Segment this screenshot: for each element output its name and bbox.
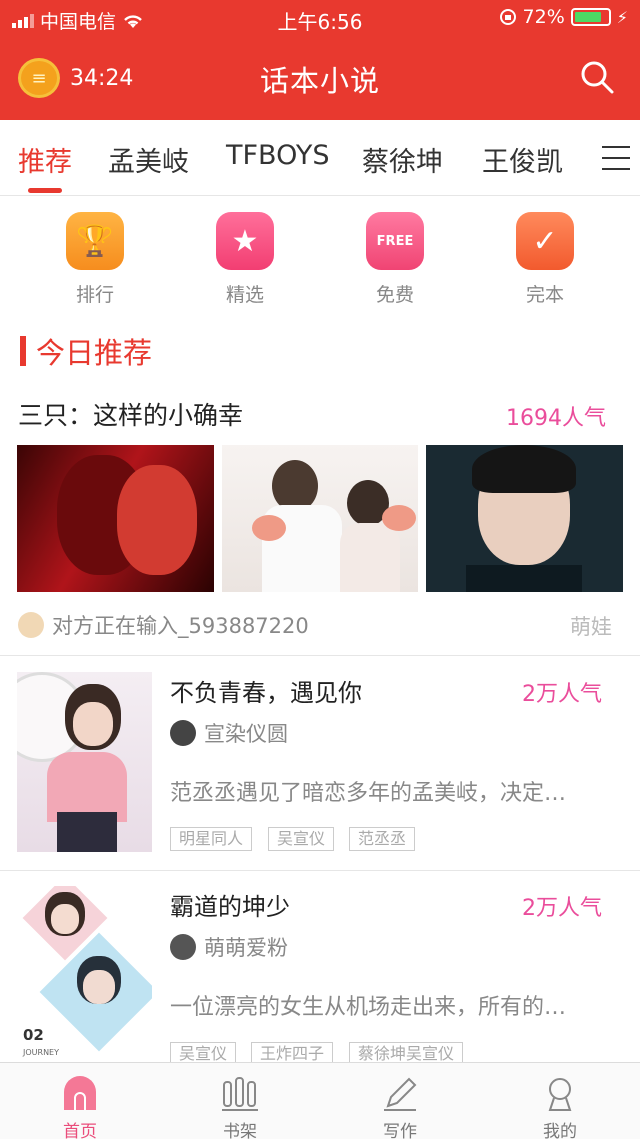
pencil-icon <box>378 1073 422 1115</box>
bottom-nav: 首页 书架 写作 我的 <box>0 1062 640 1142</box>
featured-popularity: 1694人气 <box>506 406 606 431</box>
rotation-lock-icon <box>499 9 516 25</box>
book-author[interactable]: 宣染仪圆 <box>170 718 288 748</box>
featured-image-3[interactable] <box>426 445 623 592</box>
book-cover[interactable]: 02 JOURNEY <box>17 886 152 1062</box>
category-label: 完本 <box>525 284 564 306</box>
divider <box>0 870 640 871</box>
category-label: 免费 <box>375 284 414 306</box>
active-tab-indicator <box>28 188 62 193</box>
book-tag[interactable]: 明星同人 <box>170 827 253 851</box>
top-bar: 中国电信 上午6:56 72% ⚡ ≡ 34:24 话本小说 <box>0 0 640 120</box>
featured-title[interactable]: 三只：这样的小确幸 <box>18 396 243 432</box>
book-tag[interactable]: 吴宣仪 <box>268 827 335 851</box>
free-tag-icon: FREE <box>366 212 424 270</box>
author-name: 对方正在输入_593887220 <box>52 614 309 638</box>
book-cover[interactable] <box>17 672 152 852</box>
bookshelf-icon <box>218 1073 262 1115</box>
category-shortcuts: 🏆 排行 ★ 精选 FREE 免费 ✓ 完本 <box>0 212 640 312</box>
star-icon: ★ <box>216 212 274 270</box>
profile-icon <box>538 1073 582 1115</box>
charging-icon: ⚡ <box>616 7 628 27</box>
home-icon <box>58 1073 102 1115</box>
featured-image-1[interactable] <box>17 445 214 592</box>
tab-tfboys[interactable]: TFBOYS <box>226 140 329 171</box>
book-description: 范丞丞遇见了暗恋多年的孟美岐，决定… <box>170 781 567 806</box>
avatar <box>18 612 44 638</box>
book-popularity: 2万人气 <box>522 896 602 921</box>
section-header: 今日推荐 <box>20 330 152 372</box>
book-author[interactable]: 萌萌爱粉 <box>170 932 288 962</box>
nav-label: 我的 <box>543 1122 577 1142</box>
tab-recommend[interactable]: 推荐 <box>18 140 72 179</box>
check-book-icon: ✓ <box>516 212 574 270</box>
tab-wang-junkai[interactable]: 王俊凯 <box>482 140 563 179</box>
nav-bookshelf[interactable]: 书架 <box>160 1063 320 1142</box>
app-title: 话本小说 <box>259 64 380 98</box>
search-icon[interactable] <box>580 60 614 94</box>
avatar <box>170 934 196 960</box>
divider <box>0 655 640 656</box>
book-popularity: 2万人气 <box>522 682 602 707</box>
author-name: 宣染仪圆 <box>204 722 288 746</box>
battery-percent: 72% <box>522 6 565 28</box>
nav-write[interactable]: 写作 <box>320 1063 480 1142</box>
category-label: 排行 <box>75 284 114 306</box>
category-label: 精选 <box>225 284 264 306</box>
category-featured[interactable]: ★ 精选 <box>190 212 300 307</box>
tab-cai-xukun[interactable]: 蔡徐坤 <box>362 140 443 179</box>
nav-label: 书架 <box>223 1122 257 1142</box>
trophy-icon: 🏆 <box>66 212 124 270</box>
category-ranking[interactable]: 🏆 排行 <box>40 212 150 307</box>
section-title: 今日推荐 <box>36 336 153 370</box>
battery-icon <box>570 8 611 26</box>
book-title[interactable]: 不负青春，遇见你 <box>170 673 362 708</box>
menu-icon[interactable] <box>602 146 630 170</box>
tab-meng-meiqi[interactable]: 孟美岐 <box>108 140 189 179</box>
category-free[interactable]: FREE 免费 <box>340 212 450 307</box>
category-completed[interactable]: ✓ 完本 <box>490 212 600 307</box>
author-name: 萌萌爱粉 <box>204 936 288 960</box>
cover-subtext: JOURNEY <box>23 1048 59 1057</box>
section-marker <box>20 336 26 366</box>
book-title[interactable]: 霸道的坤少 <box>170 887 290 922</box>
featured-image-2[interactable] <box>222 445 418 592</box>
category-tabs: 推荐 孟美岐 TFBOYS 蔡徐坤 王俊凯 <box>0 120 640 196</box>
book-description: 一位漂亮的女生从机场走出来，所有的… <box>170 995 567 1020</box>
cover-text: 02 <box>23 1026 44 1044</box>
nav-profile[interactable]: 我的 <box>480 1063 640 1142</box>
featured-author[interactable]: 对方正在输入_593887220 <box>18 610 309 640</box>
status-bar: 中国电信 上午6:56 72% ⚡ <box>0 0 640 36</box>
nav-label: 写作 <box>383 1122 417 1142</box>
book-tag[interactable]: 范丞丞 <box>349 827 416 851</box>
featured-tag: 萌娃 <box>570 615 612 639</box>
status-right: 72% ⚡ <box>499 6 628 28</box>
nav-label: 首页 <box>63 1122 97 1142</box>
nav-home[interactable]: 首页 <box>0 1063 160 1142</box>
avatar <box>170 720 196 746</box>
app-header: ≡ 34:24 话本小说 <box>0 48 640 108</box>
